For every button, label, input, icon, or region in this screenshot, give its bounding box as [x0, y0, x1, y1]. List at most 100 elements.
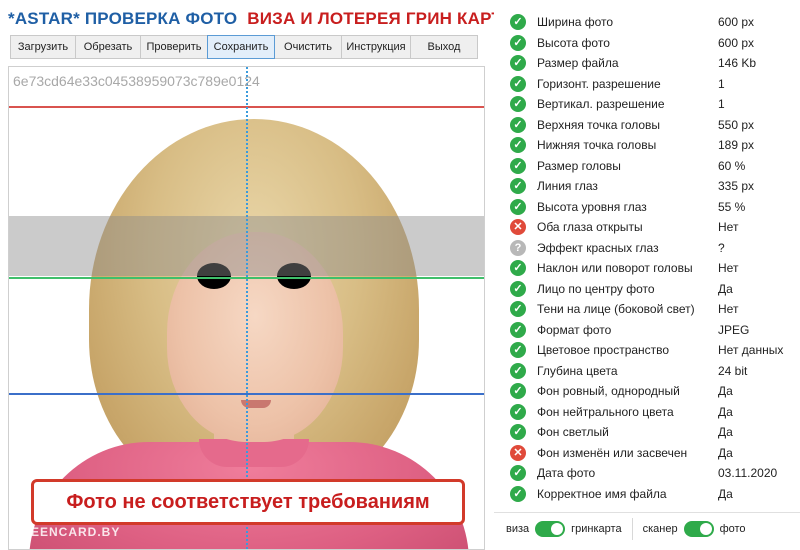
check-row: ✓ Высота уровня глаз 55 %: [494, 197, 800, 217]
check-value: Нет: [718, 302, 739, 316]
crop-button[interactable]: Обрезать: [75, 35, 141, 59]
check-label: Эффект красных глаз: [537, 241, 659, 255]
check-value: 1: [718, 77, 725, 91]
check-value: Нет: [718, 261, 739, 275]
check-ok-icon: ✓: [510, 281, 526, 297]
check-row: ✓ Ширина фото 600 px: [494, 12, 800, 32]
photo-hash: 6e73cd64e33c04538959073c789e0124: [13, 73, 260, 89]
toolbar: Загрузить Обрезать Проверить Сохранить О…: [10, 35, 485, 59]
check-ok-icon: ✓: [510, 322, 526, 338]
load-button[interactable]: Загрузить: [10, 35, 76, 59]
toggle-visa-label: виза: [506, 522, 530, 535]
title-part-1: *ASTAR* ПРОВЕРКА ФОТО: [8, 9, 238, 28]
check-ok-icon: ✓: [510, 363, 526, 379]
check-row: ✓ Лицо по центру фото Да: [494, 279, 800, 299]
check-row: ? Эффект красных глаз?: [494, 238, 800, 258]
check-fail-icon: ✕: [510, 219, 526, 235]
scanner-photo-toggle[interactable]: [683, 520, 714, 537]
check-ok-icon: ✓: [510, 260, 526, 276]
photo-collar: [199, 439, 309, 467]
check-value: 24 bit: [718, 364, 748, 378]
check-ok-icon: ✓: [510, 137, 526, 153]
check-label: Оба глаза открыты: [537, 220, 643, 234]
check-ok-icon: ✓: [510, 76, 526, 92]
check-label: Глубина цвета: [537, 364, 618, 378]
check-row: ✕ Фон изменён или засвечен Да: [494, 443, 800, 463]
photo-preview: 6e73cd64e33c04538959073c789e0124 Фото не…: [8, 66, 485, 550]
check-ok-icon: ✓: [510, 35, 526, 51]
check-value: 600 px: [718, 36, 755, 50]
check-ok-icon: ✓: [510, 404, 526, 420]
check-fail-icon: ✕: [510, 445, 526, 461]
title-part-2: ВИЗА И ЛОТЕРЕЯ ГРИН КАРТА: [247, 9, 514, 28]
check-value: Нет данных: [718, 343, 784, 357]
check-button[interactable]: Проверить: [140, 35, 208, 59]
check-ok-icon: ✓: [510, 465, 526, 481]
check-label: Высота фото: [537, 36, 610, 50]
check-row: ✓ Фон светлый Да: [494, 422, 800, 442]
check-ok-icon: ✓: [510, 178, 526, 194]
check-value: 335 px: [718, 179, 755, 193]
check-ok-icon: ✓: [510, 55, 526, 71]
check-row: ✓ Глубина цвета 24 bit: [494, 361, 800, 381]
instructions-button[interactable]: Инструкция: [341, 35, 411, 59]
check-value: 550 px: [718, 118, 755, 132]
check-row: ✓ Верхняя точка головы 550 px: [494, 115, 800, 135]
check-ok-icon: ✓: [510, 14, 526, 30]
check-row: ✓ Размер файла 146 Kb: [494, 53, 800, 73]
check-value: 146 Kb: [718, 56, 757, 70]
check-value: Нет: [718, 220, 739, 234]
check-row: ✓ Нижняя точка головы 189 px: [494, 135, 800, 155]
mode-toggles: виза гринкарта сканер фото: [494, 512, 800, 544]
check-label: Дата фото: [537, 466, 596, 480]
clear-button[interactable]: Очистить: [274, 35, 342, 59]
check-row: ✓ Корректное имя файла Да: [494, 484, 800, 504]
check-ok-icon: ✓: [510, 383, 526, 399]
check-ok-icon: ✓: [510, 424, 526, 440]
check-value: ?: [718, 241, 725, 255]
check-row: ✓ Горизонт. разрешение 1: [494, 74, 800, 94]
warning-banner: Фото не соответствует требованиям: [31, 479, 465, 525]
check-ok-icon: ✓: [510, 158, 526, 174]
check-label: Размер головы: [537, 159, 621, 173]
save-button[interactable]: Сохранить: [207, 35, 275, 59]
check-row: ✕ Оба глаза открыты Нет: [494, 217, 800, 237]
check-label: Фон ровный, однородный: [537, 384, 680, 398]
check-row: ✓ Фон ровный, однородный Да: [494, 381, 800, 401]
check-ok-icon: ✓: [510, 486, 526, 502]
check-ok-icon: ✓: [510, 199, 526, 215]
check-row: ✓ Размер головы 60 %: [494, 156, 800, 176]
check-row: ✓ Цветовое пространство Нет данных: [494, 340, 800, 360]
check-label: Цветовое пространство: [537, 343, 670, 357]
toggle-greencard-label: гринкарта: [571, 522, 622, 535]
check-value: 600 px: [718, 15, 755, 29]
exit-button[interactable]: Выход: [410, 35, 478, 59]
footer-divider: [631, 517, 633, 540]
check-row: ✓ Тени на лице (боковой свет) Нет: [494, 299, 800, 319]
check-label: Фон изменён или засвечен: [537, 446, 688, 460]
check-label: Верхняя точка головы: [537, 118, 661, 132]
check-label: Формат фото: [537, 323, 612, 337]
check-value: Да: [718, 446, 733, 460]
check-label: Вертикал. разрешение: [537, 97, 665, 111]
check-label: Горизонт. разрешение: [537, 77, 661, 91]
check-label: Фон светлый: [537, 425, 609, 439]
check-value: 60 %: [718, 159, 746, 173]
check-ok-icon: ✓: [510, 342, 526, 358]
check-label: Ширина фото: [537, 15, 614, 29]
check-label: Лицо по центру фото: [537, 282, 655, 296]
check-value: Да: [718, 282, 733, 296]
check-label: Наклон или поворот головы: [537, 261, 693, 275]
check-value: Да: [718, 384, 733, 398]
check-row: ✓ Дата фото 03.11.2020: [494, 463, 800, 483]
visa-greencard-toggle[interactable]: [535, 520, 566, 537]
check-label: Фон нейтрального цвета: [537, 405, 674, 419]
check-unknown-icon: ?: [510, 240, 526, 256]
check-value: 1: [718, 97, 725, 111]
check-value: Да: [718, 405, 733, 419]
check-ok-icon: ✓: [510, 96, 526, 112]
watermark: GREENCARD.BY: [11, 525, 121, 539]
check-value: 189 px: [718, 138, 755, 152]
check-label: Нижняя точка головы: [537, 138, 657, 152]
center-guide-line: [246, 67, 248, 549]
